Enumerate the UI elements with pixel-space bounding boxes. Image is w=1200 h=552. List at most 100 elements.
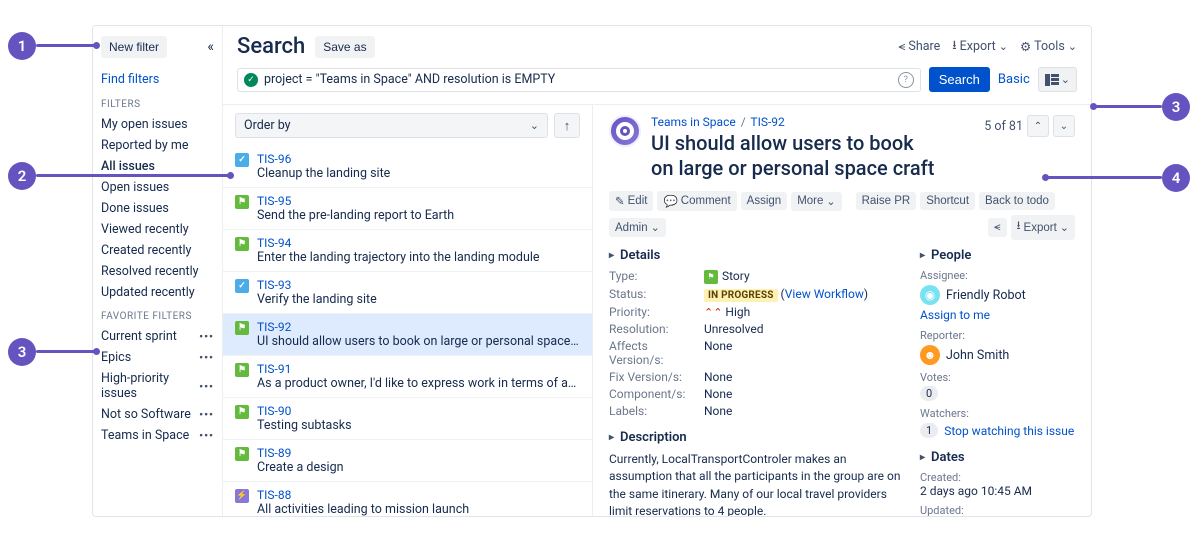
- pager-text: 5 of 81: [984, 119, 1023, 134]
- edit-button[interactable]: ✎Edit: [609, 191, 653, 211]
- shortcut-button[interactable]: Shortcut: [920, 192, 975, 210]
- filter-item[interactable]: Reported by me: [101, 135, 214, 156]
- issue-row[interactable]: ⚑TIS-90Testing subtasks: [223, 398, 592, 440]
- share-issue-button[interactable]: ⪪: [988, 218, 1007, 237]
- callout-line-3b: [1093, 105, 1162, 108]
- issue-row[interactable]: ⚑TIS-92UI should allow users to book on …: [223, 314, 592, 356]
- issue-row[interactable]: ✓TIS-93Verify the landing site: [223, 272, 592, 314]
- story-icon: ⚑: [235, 237, 249, 251]
- view-workflow-link[interactable]: View Workflow: [785, 287, 864, 301]
- issue-row[interactable]: ⚑TIS-95Send the pre-landing report to Ea…: [223, 188, 592, 230]
- filter-item[interactable]: Viewed recently: [101, 219, 214, 240]
- issue-summary: UI should allow users to book on large o…: [257, 334, 580, 349]
- raise-pr-button[interactable]: Raise PR: [856, 192, 917, 210]
- jql-valid-icon: ✓: [244, 73, 258, 87]
- assign-button[interactable]: Assign: [741, 192, 788, 210]
- filter-item[interactable]: My open issues: [101, 114, 214, 135]
- watchers-count: 1: [920, 423, 938, 438]
- filter-item[interactable]: Created recently: [101, 240, 214, 261]
- export-button[interactable]: ⭳Export: [952, 36, 1008, 57]
- issue-summary: As a product owner, I'd like to express …: [257, 376, 580, 391]
- people-section-title[interactable]: People: [920, 248, 1075, 263]
- reporter-avatar: ☻: [920, 345, 940, 365]
- basic-mode-link[interactable]: Basic: [998, 72, 1030, 87]
- issue-row[interactable]: ⚑TIS-91As a product owner, I'd like to e…: [223, 356, 592, 398]
- issue-row[interactable]: ⚡TIS-88All activities leading to mission…: [223, 482, 592, 516]
- sort-direction-button[interactable]: ↑: [554, 113, 580, 138]
- filter-actions-icon[interactable]: •••: [199, 351, 214, 364]
- filter-item[interactable]: Open issues: [101, 177, 214, 198]
- pager-next[interactable]: ⌄: [1053, 115, 1075, 137]
- description-p1: Currently, LocalTransportControler makes…: [609, 451, 904, 516]
- jql-help-icon[interactable]: ?: [898, 72, 914, 88]
- pager-prev[interactable]: ⌃: [1027, 115, 1049, 137]
- project-avatar: [609, 115, 641, 147]
- issue-row[interactable]: ⚑TIS-89Create a design: [223, 440, 592, 482]
- story-icon: ⚑: [235, 195, 249, 209]
- filter-item[interactable]: Updated recently: [101, 282, 214, 303]
- search-row: ✓ project = "Teams in Space" AND resolut…: [223, 63, 1091, 104]
- story-icon: ⚑: [235, 405, 249, 419]
- callout-4: 4: [1162, 164, 1190, 192]
- callout-2: 2: [8, 162, 36, 190]
- issue-key: TIS-96: [257, 152, 580, 166]
- filter-actions-icon[interactable]: •••: [199, 330, 214, 343]
- filter-actions-icon[interactable]: •••: [199, 429, 214, 442]
- order-by-select[interactable]: Order by: [235, 113, 548, 138]
- issue-key: TIS-95: [257, 194, 580, 208]
- favorite-filter-item[interactable]: Not so Software•••: [101, 404, 214, 425]
- callout-line-4: [1045, 176, 1162, 179]
- filter-actions-icon[interactable]: •••: [199, 380, 214, 393]
- favorites-list: Current sprint•••Epics•••High-priority i…: [101, 326, 214, 446]
- favorite-filter-item[interactable]: Teams in Space•••: [101, 425, 214, 446]
- issue-key: TIS-93: [257, 278, 580, 292]
- epic-icon: ⚡: [235, 489, 249, 503]
- jql-input[interactable]: ✓ project = "Teams in Space" AND resolut…: [237, 68, 921, 92]
- stop-watching-link[interactable]: Stop watching this issue: [944, 424, 1074, 438]
- callout-3a: 3: [8, 338, 36, 366]
- new-filter-button[interactable]: New filter: [101, 36, 167, 58]
- find-filters-link[interactable]: Find filters: [101, 72, 214, 87]
- comment-button[interactable]: 💬Comment: [657, 191, 736, 211]
- issue-row[interactable]: ✓TIS-96Cleanup the landing site: [223, 146, 592, 188]
- callout-1: 1: [8, 32, 36, 60]
- save-as-button[interactable]: Save as: [315, 36, 374, 58]
- filter-item[interactable]: Done issues: [101, 198, 214, 219]
- issue-toolbar: ✎Edit 💬Comment Assign More Raise PR Shor…: [609, 191, 1075, 240]
- assign-to-me-link[interactable]: Assign to me: [920, 308, 990, 322]
- page-title: Search: [237, 34, 305, 59]
- issue-key: TIS-88: [257, 488, 580, 502]
- more-button[interactable]: More: [791, 192, 841, 211]
- description-section-title[interactable]: Description: [609, 430, 904, 445]
- issue-key: TIS-89: [257, 446, 580, 460]
- dates-section-title[interactable]: Dates: [920, 450, 1075, 465]
- export-issue-button[interactable]: ⭳Export: [1011, 215, 1076, 240]
- search-button[interactable]: Search: [929, 67, 990, 92]
- back-to-todo-button[interactable]: Back to todo: [979, 192, 1055, 210]
- issue-summary: Testing subtasks: [257, 418, 580, 433]
- filter-item[interactable]: Resolved recently: [101, 261, 214, 282]
- share-button[interactable]: ⪪Share: [898, 39, 940, 54]
- project-link[interactable]: Teams in Space: [651, 115, 736, 129]
- issues-scroll[interactable]: ✓TIS-96Cleanup the landing site⚑TIS-95Se…: [223, 146, 592, 516]
- priority-high-icon: ⌃⌃: [704, 306, 722, 319]
- sidebar: New filter « Find filters FILTERS My ope…: [93, 26, 223, 516]
- issue-summary: Verify the landing site: [257, 292, 580, 307]
- favorite-filter-item[interactable]: Current sprint•••: [101, 326, 214, 347]
- details-section-title[interactable]: Details: [609, 248, 904, 263]
- issue-key-link[interactable]: TIS-92: [750, 115, 784, 129]
- admin-button[interactable]: Admin: [609, 218, 666, 237]
- tools-button[interactable]: ⚙Tools: [1020, 39, 1077, 55]
- collapse-sidebar-icon[interactable]: «: [207, 39, 214, 55]
- callout-line-2: [36, 174, 231, 177]
- breadcrumb: Teams in Space / TIS-92: [651, 115, 941, 129]
- jql-text: project = "Teams in Space" AND resolutio…: [264, 72, 892, 87]
- filter-actions-icon[interactable]: •••: [199, 408, 214, 421]
- view-toggle[interactable]: [1038, 67, 1077, 92]
- header: Search Save as ⪪Share ⭳Export ⚙Tools: [223, 26, 1091, 63]
- issue-row[interactable]: ⚑TIS-94Enter the landing trajectory into…: [223, 230, 592, 272]
- issue-key: TIS-91: [257, 362, 580, 376]
- app-frame: New filter « Find filters FILTERS My ope…: [92, 25, 1092, 517]
- favorite-filter-item[interactable]: High-priority issues•••: [101, 368, 214, 404]
- favorite-filter-item[interactable]: Epics•••: [101, 347, 214, 368]
